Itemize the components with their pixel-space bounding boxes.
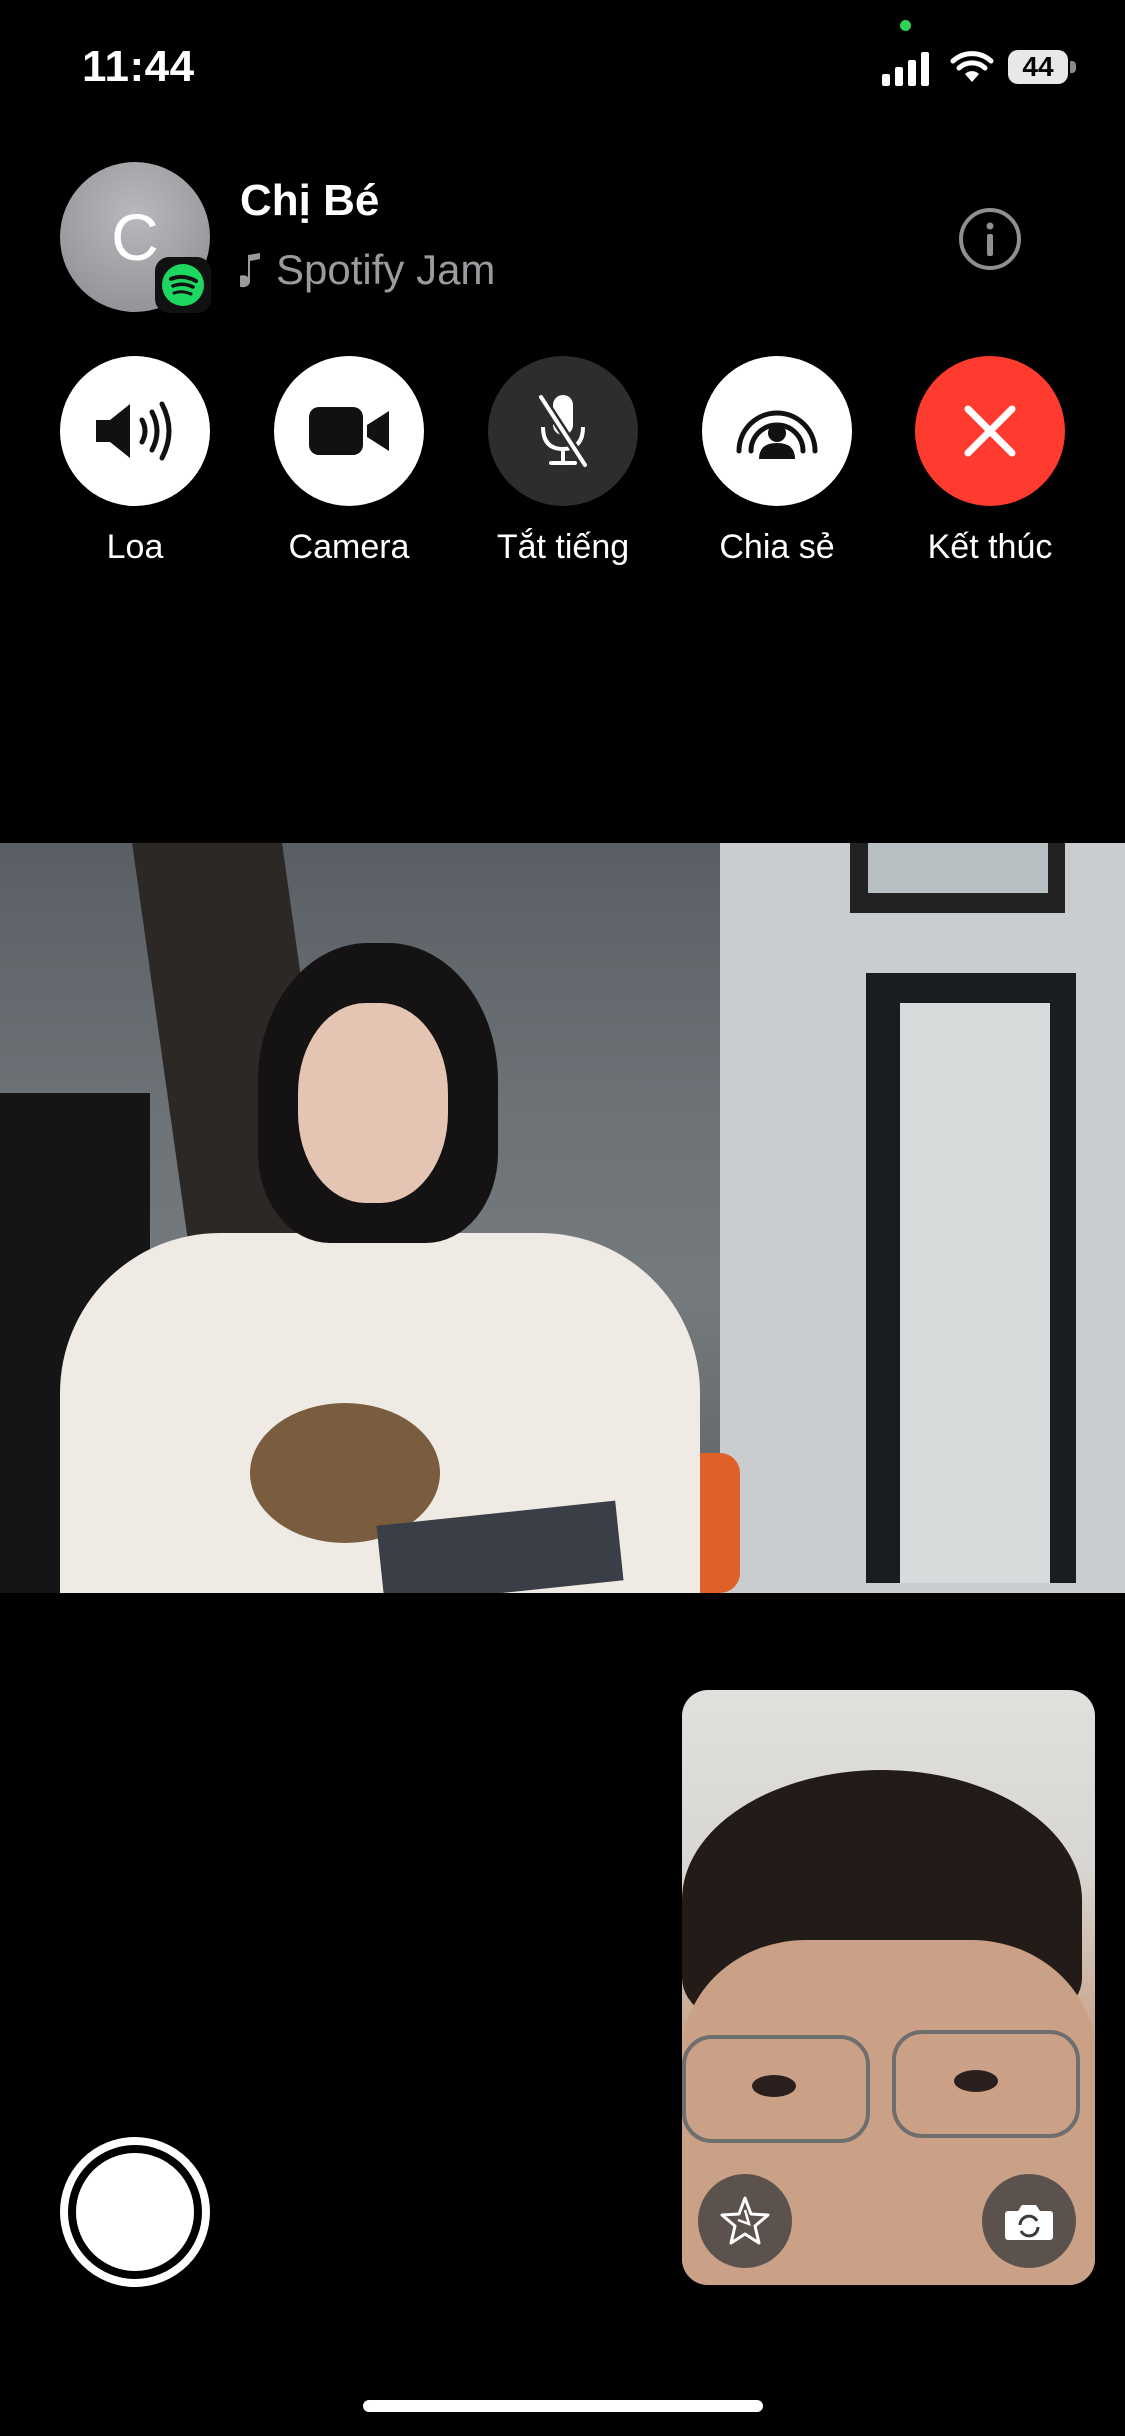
spotify-icon xyxy=(155,257,211,313)
speaker-button[interactable]: Loa xyxy=(60,356,210,567)
end-call-label: Kết thúc xyxy=(927,528,1053,566)
camera-label: Camera xyxy=(288,528,410,566)
share-button[interactable]: Chia sẻ xyxy=(702,356,852,567)
status-time: 11:44 xyxy=(82,42,195,91)
camera-button[interactable]: Camera xyxy=(274,356,424,567)
video-camera-icon xyxy=(274,356,424,506)
remote-video-feed[interactable] xyxy=(0,843,1125,1593)
mute-button[interactable]: Tắt tiếng xyxy=(488,356,638,567)
end-call-button[interactable]: Kết thúc xyxy=(915,356,1065,567)
info-icon[interactable] xyxy=(958,207,1022,271)
speaker-icon xyxy=(60,356,210,506)
cellular-signal-icon xyxy=(882,52,929,86)
share-label: Chia sẻ xyxy=(719,528,835,566)
activity-label: Spotify Jam xyxy=(276,246,496,293)
speaker-label: Loa xyxy=(106,528,164,566)
flip-camera-icon[interactable] xyxy=(982,2174,1076,2268)
mic-off-icon xyxy=(488,356,638,506)
activity-subtitle: Spotify Jam xyxy=(240,246,495,294)
battery-level: 44 xyxy=(1022,51,1054,82)
shareplay-icon xyxy=(702,356,852,506)
capture-button[interactable] xyxy=(60,2137,210,2287)
contact-name: Chị Bé xyxy=(240,176,380,225)
mute-label: Tắt tiếng xyxy=(496,528,630,566)
effects-star-icon[interactable] xyxy=(698,2174,792,2268)
camera-in-use-indicator xyxy=(900,20,911,31)
close-icon xyxy=(915,356,1065,506)
wifi-icon xyxy=(950,51,994,82)
self-video-preview[interactable] xyxy=(682,1690,1095,2285)
music-note-icon xyxy=(240,253,260,288)
home-indicator[interactable] xyxy=(363,2400,763,2412)
battery-indicator: 44 xyxy=(1008,50,1078,84)
